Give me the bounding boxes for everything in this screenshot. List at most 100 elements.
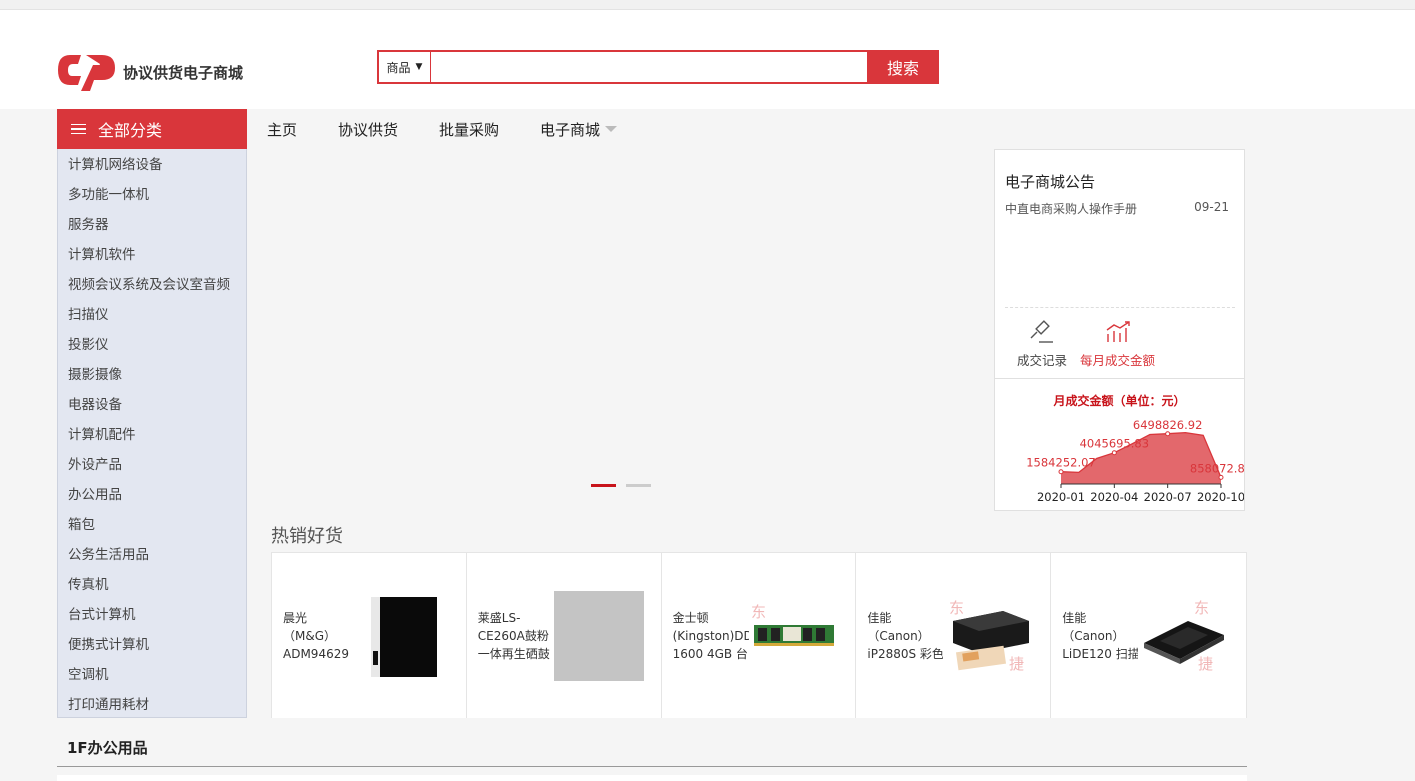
auction-hammer-icon [1030,320,1053,343]
nav-item[interactable]: 电子商城 [540,119,618,140]
nav-item-label: 主页 [267,120,298,139]
sidebar-category-item[interactable]: 计算机配件 [58,419,246,449]
nav-item[interactable]: 主页 [267,119,297,140]
hot-product-card[interactable]: 佳能 （Canon） iP2880S 彩色东捷 [856,553,1052,718]
banner-dot[interactable] [591,484,616,487]
chart-point [1165,431,1171,437]
category-list: 计算机网络设备 多功能一体机 服务器 计算机软件 视频会议系统及会议室音频 扫描仪 投影仪摄… [57,149,247,718]
sidebar-category-item[interactable]: 电器设备 [58,389,246,419]
sidebar-category-item[interactable]: 投影仪 [58,329,246,359]
sidebar-category-item[interactable]: 箱包 [58,509,246,539]
sidebar-category-item[interactable]: 计算机网络设备 [58,149,246,179]
nav-item[interactable]: 协议供货 [338,119,398,140]
chart-x-tick-label: 2020-01 [1037,490,1085,504]
top-utility-bar [0,0,1415,10]
sidebar-category-item[interactable]: 多功能一体机 [58,179,246,209]
all-categories-header[interactable]: 全部分类 [57,109,247,149]
hot-product-image[interactable] [359,591,449,681]
svg-text:捷: 捷 [1198,655,1213,673]
notice-divider [1005,307,1235,308]
sidebar-category-item[interactable]: 扫描仪 [58,299,246,329]
hot-products-row: 晨光 （M&G） ADM94629 莱盛LS- CE260A鼓粉 一体再生硒鼓 金士顿 (Ki… [271,552,1247,718]
sidebar-category-item[interactable]: 公务生活用品 [58,539,246,569]
hot-product-name-line: iP2880S 彩色 [867,647,944,661]
hot-product-name-line: 佳能 [867,611,892,625]
nav-item[interactable]: 批量采购 [439,119,499,140]
hot-product-name-line: 莱盛LS- [477,611,521,625]
tab-underline-divider [995,378,1244,379]
search-bar: 商品 ▼ 搜索 [377,50,939,84]
chart-point [1218,474,1224,480]
sidebar-category-item[interactable]: 台式计算机 [58,599,246,629]
notice-title: 电子商城公告 [1005,173,1096,191]
hot-product-name-line: （Canon） [1062,629,1125,643]
nav-item-label: 批量采购 [439,120,500,139]
hot-product-name-line: （Canon） [867,629,930,643]
hot-section-title: 热销好货 [271,526,343,547]
search-input[interactable] [431,50,867,84]
hot-product-name-line: ADM94629 [283,647,349,661]
search-category-select[interactable]: 商品 ▼ [377,50,431,84]
sidebar-category-item[interactable]: 摄影摄像 [58,359,246,389]
notice-item[interactable]: 中直电商采购人操作手册 09-21 [1005,200,1229,217]
sidebar-category-item[interactable]: 办公用品 [58,479,246,509]
chart-data-label: 4045695.83 [1080,437,1150,451]
sidebar-category-item[interactable]: 外设产品 [58,449,246,479]
hot-product-card[interactable]: 佳能 （Canon） LiDE120 扫描东捷 [1051,553,1246,718]
search-button[interactable]: 搜索 [867,50,939,84]
hot-product-name-line: 金士顿 [672,611,709,625]
sidebar-category-item[interactable]: 计算机软件 [58,239,246,269]
chart-x-tick-label: 2020-10 [1197,490,1244,504]
hot-product-image[interactable] [553,591,644,681]
chart-point [1111,450,1117,456]
hot-product-name-line: 一体再生硒鼓 [477,647,550,661]
hot-product-name-line: CE260A鼓粉 [477,629,549,643]
chart-point [1058,469,1064,475]
floor-title: 1F办公用品 [67,739,148,757]
svg-text:捷: 捷 [1009,655,1024,673]
hot-product-name-line: （M&G） [283,629,337,643]
site-logo[interactable]: 协议供货电子商城 [56,51,243,93]
tab-transaction-records-label: 成交记录 [1017,353,1068,368]
hot-product-name-line: (Kingston)DD [672,629,751,643]
sidebar-category-item[interactable]: 便携式计算机 [58,629,246,659]
main-nav: 主页 协议供货 批量采购 电子商城 [267,109,658,149]
tab-transaction-records[interactable]: 成交记录 [1017,320,1067,369]
hot-product-card[interactable]: 晨光 （M&G） ADM94629 [272,553,467,718]
notice-item-date: 09-21 [1194,200,1229,214]
hot-product-name-line: 1600 4GB 台 [672,647,748,661]
chart-x-tick-label: 2020-04 [1090,490,1138,504]
hot-product-name-line: 佳能 [1062,611,1087,625]
sidebar-category-item[interactable]: 服务器 [58,209,246,239]
floor-divider [57,766,1247,767]
floor-content [57,775,1247,781]
trend-chart-icon [1106,321,1130,342]
notice-panel: 电子商城公告 中直电商采购人操作手册 09-21 成交记录 每月成交金额 月成交… [994,149,1245,511]
all-categories-label: 全部分类 [98,121,163,140]
tab-monthly-amount-label: 每月成交金额 [1080,353,1156,368]
site-logo-text: 协议供货电子商城 [123,63,244,82]
hot-product-image[interactable]: 东捷 [1138,591,1229,681]
tab-monthly-amount[interactable]: 每月成交金额 [1080,320,1155,369]
banner-pagination [591,484,651,487]
sidebar-category-item[interactable]: 打印通用耗材 [58,689,246,717]
chart-data-label: 1584252.07 [1026,456,1096,470]
hot-product-card[interactable]: 莱盛LS- CE260A鼓粉 一体再生硒鼓 [467,553,662,718]
svg-text:东: 东 [1194,599,1209,617]
banner-dot[interactable] [626,484,651,487]
svg-text:东: 东 [949,599,964,617]
hot-product-image[interactable]: 东捷 [943,591,1034,681]
sidebar-category-item[interactable]: 传真机 [58,569,246,599]
nav-item-label: 电子商城 [540,120,601,139]
caret-down-icon: ▼ [415,62,423,72]
sidebar-category-item[interactable]: 空调机 [58,659,246,689]
site-header: 协议供货电子商城 商品 ▼ 搜索 [0,10,1415,109]
sidebar-category-item[interactable]: 视频会议系统及会议室音频 [58,269,246,299]
dropdown-arrow-icon [605,126,618,132]
notice-item-text: 中直电商采购人操作手册 [1005,202,1138,216]
hot-product-image[interactable]: 东 [748,591,839,681]
hot-product-name: 佳能 （Canon） iP2880S 彩色 [867,609,945,663]
chart-title: 月成交金额（单位：元） [1053,394,1186,408]
svg-text:东: 东 [751,603,766,621]
hot-product-card[interactable]: 金士顿 (Kingston)DD 1600 4GB 台 东 [662,553,857,718]
